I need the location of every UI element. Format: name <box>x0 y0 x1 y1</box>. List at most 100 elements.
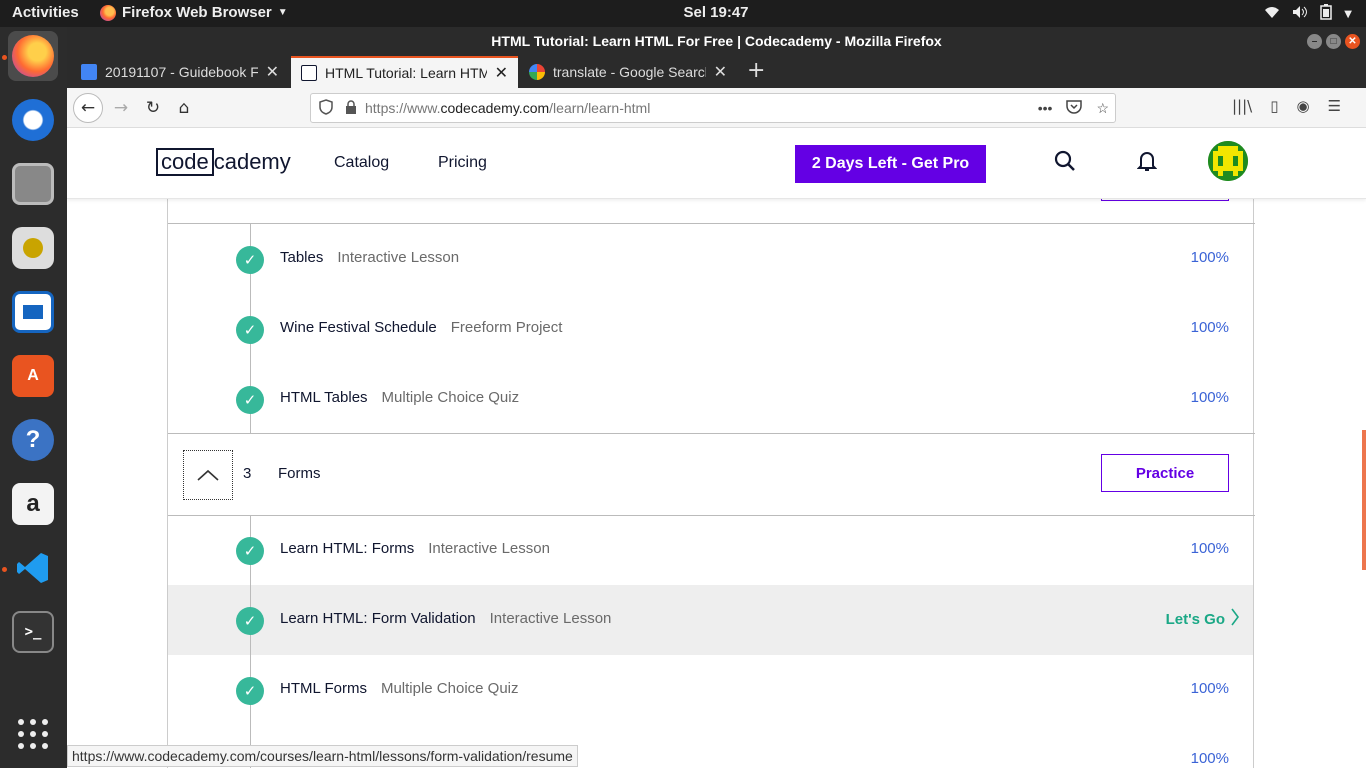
maximize-button[interactable]: □ <box>1326 34 1341 49</box>
lets-go-link[interactable]: Let's Go <box>1166 608 1239 630</box>
menu-icon[interactable]: ☰ <box>1328 97 1341 115</box>
window-titlebar[interactable]: HTML Tutorial: Learn HTML For Free | Cod… <box>67 27 1366 56</box>
tab-codecademy[interactable]: HTML Tutorial: Learn HTM ✕ <box>291 56 518 88</box>
close-tab-icon[interactable]: ✕ <box>714 62 727 82</box>
close-tab-icon[interactable]: ✕ <box>266 62 279 82</box>
lesson-progress: 100% <box>1190 750 1229 767</box>
lesson-row-highlighted[interactable]: ✓ Learn HTML: Form Validation Interactive… <box>168 585 1253 655</box>
user-avatar[interactable] <box>1208 141 1248 181</box>
vscode-icon <box>12 547 54 589</box>
app-grid-icon <box>12 713 54 755</box>
lesson-name: Wine Festival Schedule <box>280 319 437 336</box>
dock-thunderbird[interactable] <box>8 95 58 145</box>
tab-title: translate - Google Search <box>553 64 706 80</box>
lesson-progress: 100% <box>1190 680 1229 697</box>
lesson-row[interactable]: ✓ Learn HTML: Forms Interactive Lesson 10… <box>168 515 1253 585</box>
dock-vscode[interactable] <box>8 543 58 593</box>
running-indicator <box>2 567 7 572</box>
lesson-progress: 100% <box>1190 319 1229 336</box>
dock-rhythmbox[interactable] <box>8 223 58 273</box>
lesson-name: Learn HTML: Form Validation <box>280 610 476 627</box>
show-applications-button[interactable] <box>8 709 58 759</box>
software-center-icon: A <box>12 355 54 397</box>
lesson-row[interactable]: ✓ HTML Forms Multiple Choice Quiz 100% <box>168 655 1253 725</box>
firefox-icon <box>12 35 54 77</box>
codecademy-icon <box>301 65 317 81</box>
lesson-name: Tables <box>280 249 324 266</box>
close-window-button[interactable]: ✕ <box>1345 34 1360 49</box>
dock-help[interactable]: ? <box>8 415 58 465</box>
checkmark-icon: ✓ <box>236 537 264 565</box>
amazon-icon: a <box>12 483 54 525</box>
minimize-button[interactable]: – <box>1307 34 1322 49</box>
practice-button[interactable]: Practice <box>1101 454 1229 492</box>
checkmark-icon: ✓ <box>236 607 264 635</box>
address-bar[interactable]: https://www.codecademy.com/learn/learn-h… <box>310 93 1116 123</box>
site-header: code cademy Catalog Pricing 2 Days Left -… <box>67 128 1366 199</box>
files-icon <box>12 163 54 205</box>
writer-icon <box>12 291 54 333</box>
tab-guidebook[interactable]: 20191107 - Guidebook Fo ✕ <box>71 56 289 88</box>
help-icon: ? <box>12 419 54 461</box>
back-button[interactable]: ← <box>73 93 103 123</box>
get-pro-button[interactable]: 2 Days Left - Get Pro <box>795 145 986 183</box>
library-icon[interactable]: |||\ <box>1232 97 1252 115</box>
dock-amazon[interactable]: a <box>8 479 58 529</box>
volume-icon <box>1292 5 1308 23</box>
battery-icon <box>1320 4 1333 24</box>
tab-title: 20191107 - Guidebook Fo <box>105 64 258 80</box>
checkmark-icon: ✓ <box>236 677 264 705</box>
lesson-row[interactable]: ✓ HTML Tables Multiple Choice Quiz 100% <box>168 364 1253 434</box>
dock: A ? a >_ <box>0 27 67 768</box>
dock-firefox[interactable] <box>8 31 58 81</box>
lesson-type: Interactive Lesson <box>428 540 550 557</box>
search-icon[interactable] <box>1054 150 1076 178</box>
running-indicator <box>2 55 7 60</box>
notifications-bell-icon[interactable] <box>1136 150 1158 178</box>
terminal-icon: >_ <box>12 611 54 653</box>
lock-icon[interactable] <box>345 99 357 117</box>
system-tray[interactable]: ▼ <box>1264 4 1352 24</box>
dock-writer[interactable] <box>8 287 58 337</box>
pocket-icon[interactable] <box>1066 99 1083 117</box>
page-viewport: code cademy Catalog Pricing 2 Days Left -… <box>67 128 1366 768</box>
wifi-icon <box>1264 5 1280 23</box>
lesson-name: Learn HTML: Forms <box>280 540 415 557</box>
nav-catalog[interactable]: Catalog <box>334 154 389 172</box>
collapse-module-button[interactable] <box>183 450 233 500</box>
codecademy-logo[interactable]: code cademy <box>156 148 291 176</box>
tab-google-search[interactable]: translate - Google Search ✕ <box>519 56 737 88</box>
lesson-progress: 100% <box>1190 389 1229 406</box>
reload-button[interactable]: ↻ <box>139 94 167 122</box>
lesson-progress: 100% <box>1190 540 1229 557</box>
course-syllabus: ✓ Tables Interactive Lesson 100% ✓ Wine F… <box>167 169 1255 768</box>
lesson-name: HTML Tables <box>280 389 368 406</box>
dock-software[interactable]: A <box>8 351 58 401</box>
nav-pricing[interactable]: Pricing <box>438 154 487 172</box>
dock-terminal[interactable]: >_ <box>8 607 58 657</box>
lesson-name: HTML Forms <box>280 680 367 697</box>
link-status-bar: https://www.codecademy.com/courses/learn… <box>67 745 578 767</box>
bookmark-star-icon[interactable]: ☆ <box>1096 100 1109 117</box>
sidebar-icon[interactable]: ▯ <box>1270 97 1278 115</box>
tracking-protection-icon[interactable] <box>319 98 335 118</box>
scrollbar-thumb[interactable] <box>1362 430 1366 570</box>
url-text: https://www.codecademy.com/learn/learn-h… <box>365 100 651 116</box>
close-tab-icon[interactable]: ✕ <box>495 63 508 83</box>
chevron-right-icon <box>1231 608 1239 630</box>
home-button[interactable]: ⌂ <box>170 94 198 122</box>
google-icon <box>529 64 545 80</box>
google-docs-icon <box>81 64 97 80</box>
new-tab-button[interactable]: + <box>747 58 765 83</box>
page-actions-icon[interactable]: ••• <box>1038 100 1053 117</box>
checkmark-icon: ✓ <box>236 246 264 274</box>
lesson-row[interactable]: ✓ Wine Festival Schedule Freeform Project… <box>168 294 1253 364</box>
lesson-type: Interactive Lesson <box>337 249 460 266</box>
lesson-row[interactable]: ✓ Tables Interactive Lesson 100% <box>168 224 1253 294</box>
clock[interactable]: Sel 19:47 <box>0 4 1366 21</box>
account-icon[interactable]: ◉ <box>1296 97 1309 115</box>
forward-button[interactable]: → <box>107 94 135 122</box>
dock-files[interactable] <box>8 159 58 209</box>
firefox-window: HTML Tutorial: Learn HTML For Free | Cod… <box>67 27 1366 768</box>
module-header: 3 Forms Practice <box>168 434 1253 515</box>
